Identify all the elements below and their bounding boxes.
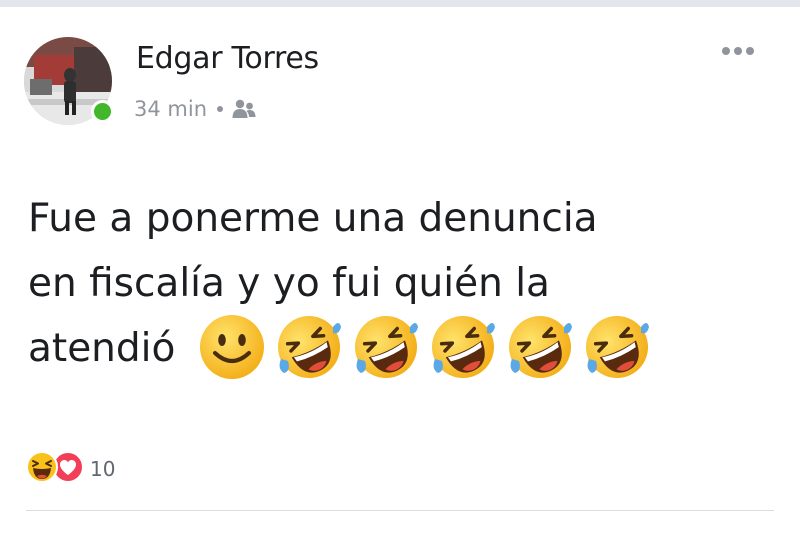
post-text-line: en fiscalía y yo fui quién la (28, 261, 550, 306)
friends-icon[interactable] (231, 98, 257, 120)
rofl-emoji-icon (506, 313, 574, 381)
rofl-emoji-icon (275, 313, 343, 381)
slightly-smiling-face-icon (198, 313, 266, 381)
feed-separator (0, 0, 800, 7)
post-divider (26, 510, 774, 511)
reaction-count[interactable]: 10 (90, 457, 115, 481)
reactions-summary[interactable]: 10 (26, 451, 115, 487)
post-meta: 34 min (134, 94, 257, 124)
more-options-icon[interactable] (722, 47, 754, 55)
post-author-name[interactable]: Edgar Torres (136, 41, 319, 76)
post-text-line: atendió (28, 326, 176, 371)
meta-separator-dot (217, 106, 223, 112)
emoji-row (198, 313, 651, 381)
rofl-emoji-icon (429, 313, 497, 381)
online-status-dot (91, 100, 114, 123)
rofl-emoji-icon (352, 313, 420, 381)
post-text-line-with-emojis: atendió (28, 313, 788, 385)
rofl-emoji-icon (583, 313, 651, 381)
haha-reaction-icon (26, 451, 58, 487)
post-body: Fue a ponerme una denuncia en fiscalía y… (28, 186, 788, 385)
post-text-line: Fue a ponerme una denuncia (28, 196, 598, 241)
post-timestamp[interactable]: 34 min (134, 97, 207, 121)
